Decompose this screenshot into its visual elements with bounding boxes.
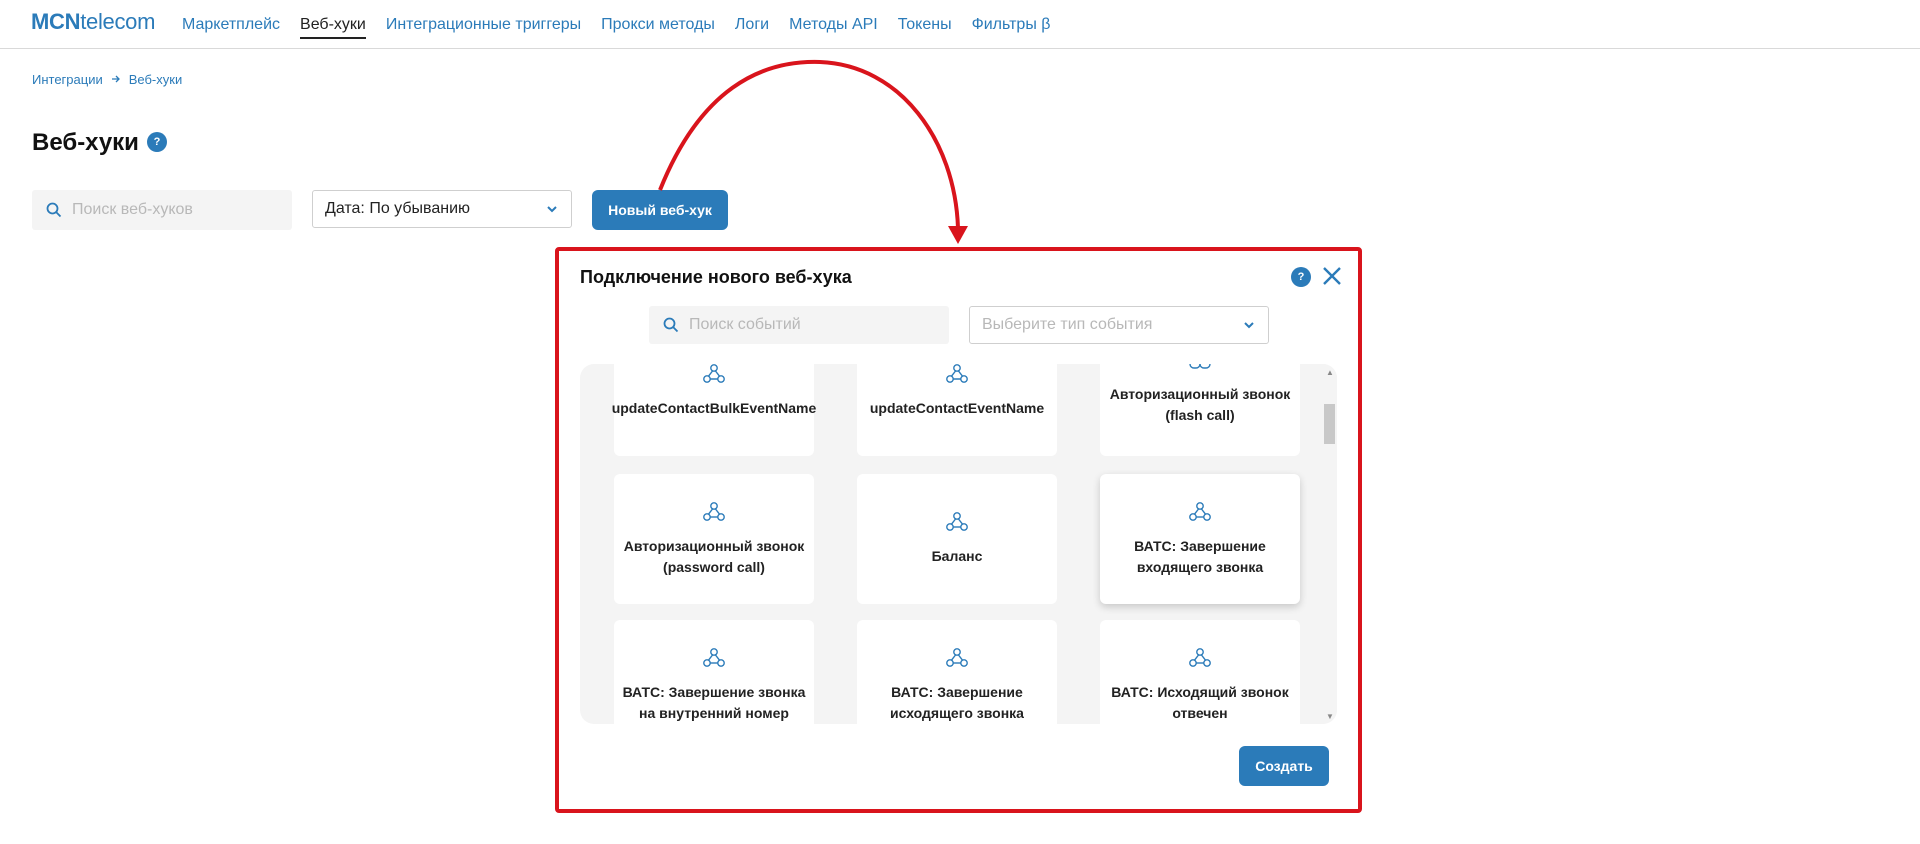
webhook-search-input[interactable]	[72, 201, 272, 219]
top-navigation: MCNtelecom Маркетплейс Веб-хуки Интеграц…	[0, 0, 1920, 49]
nav-marketplace[interactable]: Маркетплейс	[182, 0, 280, 49]
nav-proxy-methods[interactable]: Прокси методы	[601, 0, 715, 49]
logo[interactable]: MCNtelecom	[31, 9, 155, 35]
new-webhook-button[interactable]: Новый веб-хук	[592, 190, 728, 230]
annotation-frame	[555, 247, 1362, 813]
search-icon	[46, 202, 62, 218]
nav-tokens[interactable]: Токены	[898, 0, 952, 49]
sort-select-value: Дата: По убыванию	[325, 200, 470, 217]
nav-integration-triggers[interactable]: Интеграционные триггеры	[386, 0, 581, 49]
nav-logs[interactable]: Логи	[735, 0, 769, 49]
nav-filters[interactable]: Фильтры β	[972, 0, 1051, 49]
breadcrumb: Интеграции Веб-хуки	[32, 72, 182, 87]
page-title: Веб-хуки	[32, 129, 139, 156]
sort-select[interactable]: Дата: По убыванию	[312, 190, 572, 228]
breadcrumb-integrations[interactable]: Интеграции	[32, 72, 103, 87]
nav-api-methods[interactable]: Методы API	[789, 0, 878, 49]
breadcrumb-webhooks[interactable]: Веб-хуки	[129, 72, 182, 87]
main-nav: Маркетплейс Веб-хуки Интеграционные триг…	[182, 0, 1050, 49]
nav-webhooks[interactable]: Веб-хуки	[300, 0, 366, 49]
webhook-search	[32, 190, 292, 230]
chevron-down-icon	[547, 206, 557, 213]
arrow-right-icon	[111, 73, 121, 87]
help-icon[interactable]: ?	[147, 132, 167, 152]
